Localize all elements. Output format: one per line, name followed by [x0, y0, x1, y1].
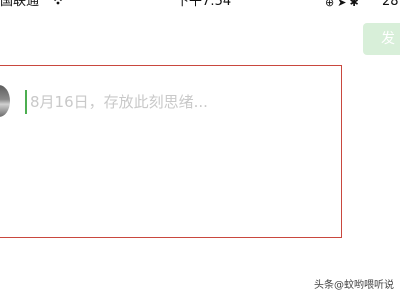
carrier-name: 国联通 [0, 0, 40, 9]
location-icon: ➤ [337, 0, 350, 9]
status-bar: 国联通 下午7:54 ⊕➤✱ 28 [0, 0, 400, 12]
orientation-lock-icon: ⊕ [325, 0, 338, 9]
status-indicator-icons: ⊕➤✱ [325, 0, 362, 11]
watermark: 头条@蚊哟喂听说 [314, 280, 394, 291]
compose-placeholder: 8月16日，存放此刻思绪... [30, 93, 208, 111]
wifi-icon [51, 0, 65, 10]
text-cursor [25, 90, 27, 114]
status-time: 下午7:54 [176, 0, 232, 9]
bluetooth-icon: ✱ [349, 0, 362, 9]
battery-percent: 28 [382, 0, 399, 9]
send-button[interactable]: 发 [363, 23, 400, 55]
